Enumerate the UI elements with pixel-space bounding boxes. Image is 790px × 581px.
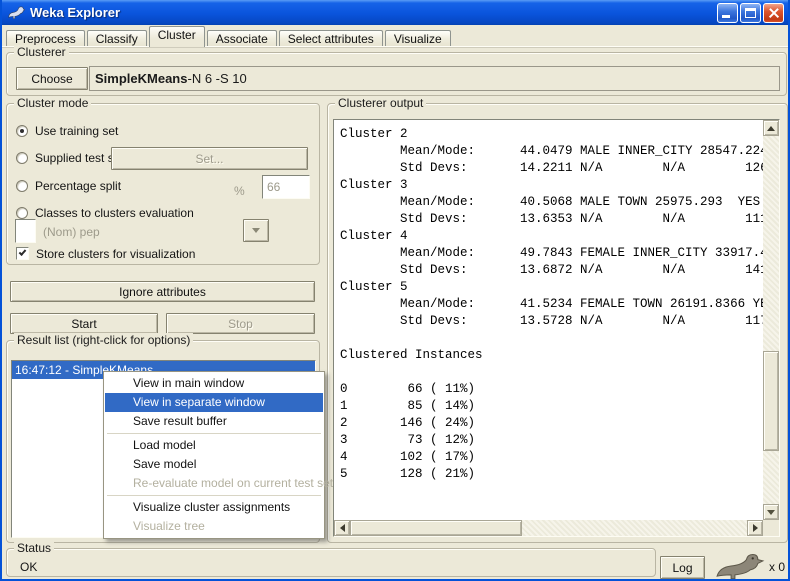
radio-dot bbox=[20, 129, 24, 133]
menu-save-result-buffer[interactable]: Save result buffer bbox=[105, 412, 323, 431]
vertical-scrollbar[interactable] bbox=[763, 120, 779, 520]
choose-button[interactable]: Choose bbox=[16, 67, 88, 90]
horizontal-scroll-thumb[interactable] bbox=[350, 520, 522, 536]
class-combo-edit-box[interactable] bbox=[15, 219, 36, 243]
clusterer-group-label: Clusterer bbox=[14, 45, 69, 59]
menu-reevaluate-model[interactable]: Re-evaluate model on current test set bbox=[105, 474, 323, 493]
clusterer-output-scrollpane: Cluster 2 Mean/Mode: 44.0479 MALE INNER_… bbox=[333, 119, 780, 537]
clusterer-scheme-panel[interactable]: SimpleKMeans -N 6 -S 10 bbox=[89, 66, 780, 91]
scroll-right-button[interactable] bbox=[747, 520, 763, 536]
vertical-scroll-thumb[interactable] bbox=[763, 351, 779, 451]
clusterer-output-group-label: Clusterer output bbox=[335, 96, 426, 110]
arrow-left-icon bbox=[340, 524, 345, 532]
scroll-up-button[interactable] bbox=[763, 120, 779, 136]
weka-bird-icon bbox=[7, 5, 25, 21]
result-list-context-menu: View in main window View in separate win… bbox=[103, 371, 325, 539]
menu-save-model[interactable]: Save model bbox=[105, 455, 323, 474]
status-value: OK bbox=[20, 560, 37, 574]
percentage-split-field[interactable]: 66 bbox=[262, 175, 310, 199]
maximize-button[interactable] bbox=[740, 3, 761, 23]
tab-pane-divider bbox=[2, 46, 788, 48]
menu-separator bbox=[107, 433, 321, 434]
ignore-attributes-button[interactable]: Ignore attributes bbox=[10, 281, 315, 302]
menu-load-model[interactable]: Load model bbox=[105, 436, 323, 455]
clusterer-output-group: Clusterer output Cluster 2 Mean/Mode: 44… bbox=[327, 103, 788, 543]
menu-separator bbox=[107, 495, 321, 496]
scroll-left-button[interactable] bbox=[334, 520, 350, 536]
weka-explorer-window: Weka Explorer Preprocess Classify Cluste… bbox=[0, 0, 790, 581]
menu-visualize-tree[interactable]: Visualize tree bbox=[105, 517, 323, 536]
close-button[interactable] bbox=[763, 3, 784, 23]
arrow-right-icon bbox=[753, 524, 758, 532]
store-clusters-label: Store clusters for visualization bbox=[36, 247, 195, 261]
horizontal-scrollbar[interactable] bbox=[334, 520, 763, 536]
tab-select-attributes[interactable]: Select attributes bbox=[279, 30, 383, 47]
clusterer-output-text: Cluster 2 Mean/Mode: 44.0479 MALE INNER_… bbox=[334, 120, 763, 483]
cluster-mode-group-label: Cluster mode bbox=[14, 96, 91, 110]
class-combo-dropdown-button[interactable] bbox=[243, 219, 269, 242]
minimize-icon bbox=[722, 15, 730, 18]
scheme-name: SimpleKMeans bbox=[95, 71, 187, 86]
radio-percentage-split[interactable] bbox=[16, 180, 28, 192]
maximize-icon bbox=[745, 8, 756, 18]
status-group-label: Status bbox=[14, 541, 54, 555]
titlebar[interactable]: Weka Explorer bbox=[2, 0, 788, 25]
menu-visualize-cluster-assignments[interactable]: Visualize cluster assignments bbox=[105, 498, 323, 517]
window-title: Weka Explorer bbox=[30, 5, 120, 20]
percentage-split-label: Percentage split bbox=[35, 179, 121, 193]
tab-bar: Preprocess Classify Cluster Associate Se… bbox=[2, 26, 788, 47]
radio-use-training-set[interactable] bbox=[16, 125, 28, 137]
weka-status-bird-icon bbox=[714, 552, 766, 580]
chevron-down-icon bbox=[252, 228, 260, 233]
result-list-group-label: Result list (right-click for options) bbox=[14, 333, 193, 347]
arrow-down-icon bbox=[767, 510, 775, 515]
menu-view-in-main-window[interactable]: View in main window bbox=[105, 374, 323, 393]
check-icon bbox=[19, 248, 27, 256]
radio-classes-to-clusters[interactable] bbox=[16, 207, 28, 219]
log-button[interactable]: Log bbox=[660, 556, 705, 579]
cluster-mode-group: Cluster mode Use training set Supplied t… bbox=[6, 103, 320, 265]
arrow-up-icon bbox=[767, 126, 775, 131]
clusterer-output-area[interactable]: Cluster 2 Mean/Mode: 44.0479 MALE INNER_… bbox=[334, 120, 763, 520]
status-group: Status OK bbox=[6, 548, 656, 577]
tab-cluster[interactable]: Cluster bbox=[149, 26, 205, 47]
scroll-down-button[interactable] bbox=[763, 504, 779, 520]
percent-sign-label: % bbox=[234, 184, 245, 198]
set-button[interactable]: Set... bbox=[111, 147, 308, 170]
store-clusters-checkbox[interactable] bbox=[16, 247, 29, 260]
tab-associate[interactable]: Associate bbox=[207, 30, 277, 47]
tab-classify[interactable]: Classify bbox=[87, 30, 147, 47]
tab-visualize[interactable]: Visualize bbox=[385, 30, 451, 47]
window-controls bbox=[717, 3, 784, 23]
menu-view-in-separate-window[interactable]: View in separate window bbox=[105, 393, 323, 412]
use-training-set-label: Use training set bbox=[35, 124, 118, 138]
stop-button[interactable]: Stop bbox=[166, 313, 315, 334]
minimize-button[interactable] bbox=[717, 3, 738, 23]
radio-supplied-test-set[interactable] bbox=[16, 152, 28, 164]
classes-to-clusters-label: Classes to clusters evaluation bbox=[35, 206, 194, 220]
clusterer-group: Clusterer Choose SimpleKMeans -N 6 -S 10 bbox=[6, 52, 787, 96]
class-combo-value: (Nom) pep bbox=[43, 225, 100, 239]
bird-run-counter: x 0 bbox=[769, 560, 785, 574]
scheme-options: -N 6 -S 10 bbox=[187, 71, 246, 86]
start-button[interactable]: Start bbox=[10, 313, 158, 334]
